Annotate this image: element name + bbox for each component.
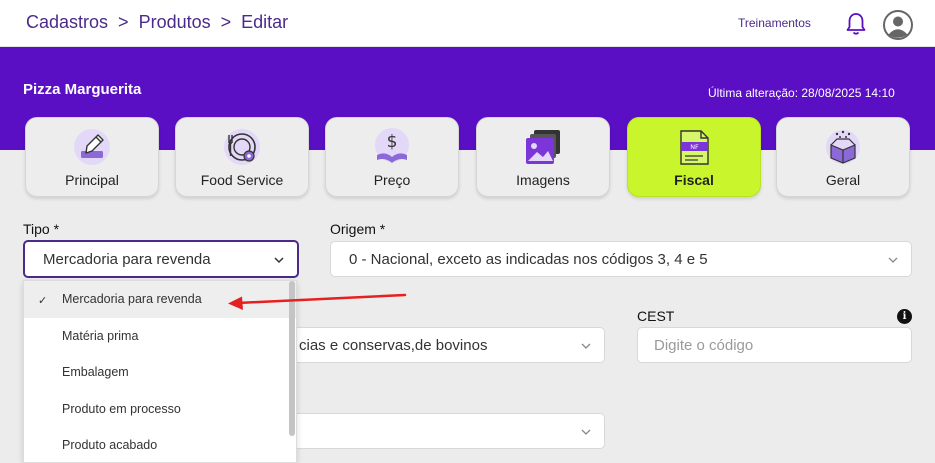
dropdown-option-materia-prima[interactable]: Matéria prima: [24, 318, 296, 355]
option-label: Produto em processo: [62, 401, 181, 416]
tab-label: Preço: [373, 172, 411, 188]
ncm-select-value: cias e conservas,de bovinos: [299, 336, 488, 354]
option-label: Mercadoria para revenda: [62, 292, 202, 307]
tab-principal[interactable]: Principal: [25, 117, 159, 197]
breadcrumb: Cadastros > Produtos > Editar: [26, 12, 288, 33]
training-link[interactable]: Treinamentos: [738, 16, 811, 30]
breadcrumb-separator: >: [220, 12, 232, 32]
bell-icon[interactable]: [845, 12, 867, 36]
images-icon: [522, 126, 564, 168]
chevron-down-icon: [581, 343, 591, 349]
tipo-select-value: Mercadoria para revenda: [43, 250, 211, 268]
tab-preco[interactable]: $ Preço: [325, 117, 459, 197]
extra-select[interactable]: [250, 413, 605, 449]
pencil-edit-icon: [71, 126, 113, 168]
breadcrumb-editar: Editar: [241, 12, 289, 32]
tab-label: Fiscal: [674, 172, 714, 188]
breadcrumb-separator: >: [118, 12, 129, 32]
tab-geral[interactable]: Geral: [776, 117, 910, 197]
annotation-arrow-icon: [228, 293, 407, 310]
cest-label: CEST: [637, 308, 675, 324]
breadcrumb-produtos[interactable]: Produtos: [139, 12, 211, 33]
tab-fiscal[interactable]: NF Fiscal: [627, 117, 761, 197]
option-label: Embalagem: [62, 365, 129, 380]
svg-text:$: $: [387, 132, 398, 152]
cest-input[interactable]: Digite o código: [637, 327, 912, 363]
tipo-select[interactable]: Mercadoria para revenda: [23, 240, 299, 278]
tab-label: Geral: [825, 172, 861, 188]
dropdown-option-produto-acabado[interactable]: Produto acabado: [24, 427, 296, 462]
dropdown-option-produto-em-processo[interactable]: Produto em processo: [24, 391, 296, 428]
ncm-select[interactable]: cias e conservas,de bovinos: [250, 327, 605, 363]
tab-label: Principal: [65, 172, 119, 188]
user-avatar-icon[interactable]: [883, 10, 913, 40]
origem-select[interactable]: 0 - Nacional, exceto as indicadas nos có…: [330, 241, 912, 277]
product-name: Pizza Marguerita: [23, 81, 142, 98]
option-label: Matéria prima: [62, 328, 139, 343]
tab-imagens[interactable]: Imagens: [476, 117, 610, 197]
breadcrumb-cadastros[interactable]: Cadastros: [26, 12, 108, 33]
plate-gear-icon: [221, 126, 263, 168]
chevron-down-icon: [274, 257, 284, 264]
chevron-down-icon: [581, 429, 591, 435]
option-label: Produto acabado: [62, 438, 158, 453]
box-sparkle-icon: [822, 126, 864, 168]
tab-label: Food Service: [200, 172, 284, 188]
origem-select-value: 0 - Nacional, exceto as indicadas nos có…: [349, 250, 708, 268]
tipo-label: Tipo *: [23, 221, 60, 237]
origem-label: Origem *: [330, 221, 386, 237]
info-icon[interactable]: i: [897, 309, 912, 324]
top-bar: Cadastros > Produtos > Editar Treinament…: [0, 0, 935, 47]
dropdown-option-embalagem[interactable]: Embalagem: [24, 354, 296, 391]
dollar-hand-icon: $: [371, 126, 413, 168]
last-change-timestamp: Última alteração: 28/08/2025 14:10: [708, 86, 895, 100]
svg-text:NF: NF: [690, 143, 699, 151]
check-icon: ✓: [38, 295, 48, 307]
cest-placeholder: Digite o código: [654, 336, 754, 354]
chevron-down-icon: [888, 257, 898, 263]
nf-document-icon: NF: [673, 126, 715, 168]
tab-label: Imagens: [516, 172, 570, 188]
tab-food-service[interactable]: Food Service: [175, 117, 309, 197]
